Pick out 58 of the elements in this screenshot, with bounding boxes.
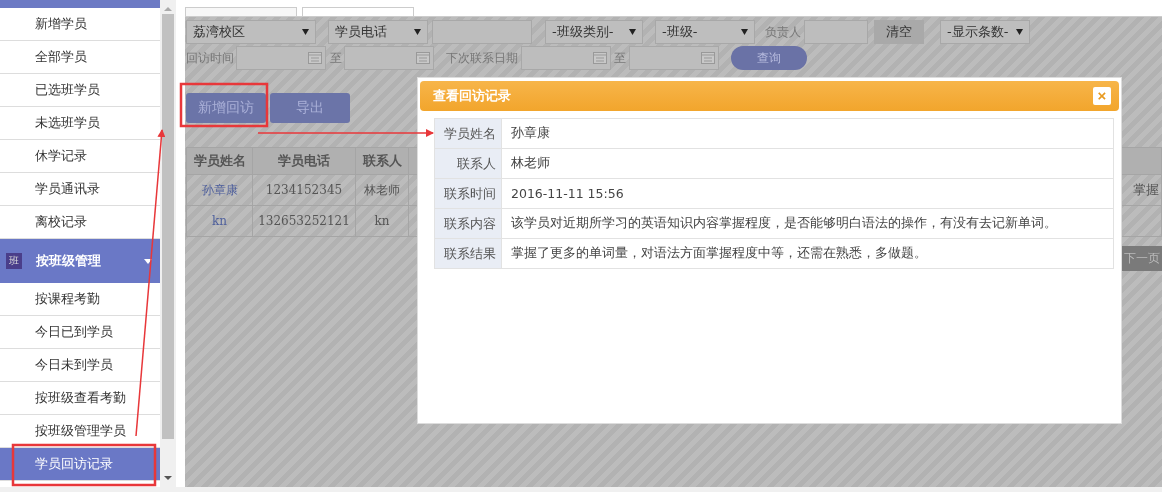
field-label: 学员姓名 bbox=[434, 118, 502, 149]
dialog-title: 查看回访记录 bbox=[433, 87, 511, 105]
field-label: 联系时间 bbox=[434, 178, 502, 209]
dropdown[interactable]: -班级类别- bbox=[545, 20, 643, 44]
field-label: 联系内容 bbox=[434, 208, 502, 239]
filter-label: 至 bbox=[330, 49, 342, 67]
scroll-up-icon[interactable] bbox=[164, 6, 172, 12]
date-input[interactable] bbox=[344, 46, 434, 70]
field-value: 林老师 bbox=[501, 148, 1114, 179]
sidebar-section[interactable]: 班 按班级管理 bbox=[0, 239, 160, 283]
sidebar-item[interactable]: 学员回访记录 bbox=[0, 448, 160, 481]
date-input[interactable] bbox=[236, 46, 326, 70]
field-value: 掌握了更多的单词量，对语法方面掌握程度中等，还需在熟悉，多做题。 bbox=[501, 238, 1114, 269]
table-cell: 林老师 bbox=[355, 174, 409, 206]
table-cell: kn bbox=[355, 205, 409, 237]
column-header: 学员姓名 bbox=[186, 147, 253, 175]
dropdown-caret-icon bbox=[741, 29, 748, 35]
tab[interactable] bbox=[185, 7, 297, 16]
field-label: 联系结果 bbox=[434, 238, 502, 269]
filter-label: 下次联系日期 bbox=[446, 49, 518, 67]
dropdown-caret-icon bbox=[629, 29, 636, 35]
filter-label: 回访时间 bbox=[186, 49, 234, 67]
caret-icon bbox=[144, 258, 152, 264]
scroll-down-icon[interactable] bbox=[164, 475, 172, 481]
dropdown[interactable]: 荔湾校区 bbox=[186, 20, 316, 44]
calendar-icon bbox=[593, 52, 607, 64]
dropdown[interactable]: -班级- bbox=[655, 20, 755, 44]
date-input[interactable] bbox=[521, 46, 611, 70]
tab[interactable] bbox=[302, 7, 414, 16]
dropdown-value: -班级类别- bbox=[552, 23, 614, 41]
section-label: 按班级管理 bbox=[36, 252, 102, 270]
dropdown[interactable]: 学员电话 bbox=[328, 20, 428, 44]
clear-button[interactable]: 清空 bbox=[874, 20, 924, 44]
dropdown[interactable]: -显示条数- bbox=[940, 20, 1030, 44]
scrollbar[interactable] bbox=[160, 0, 176, 487]
dropdown-value: 荔湾校区 bbox=[193, 23, 245, 41]
column-header: 联系人 bbox=[355, 147, 409, 175]
dropdown-caret-icon bbox=[1016, 29, 1023, 35]
calendar-icon bbox=[701, 52, 715, 64]
filter-label: 至 bbox=[614, 49, 626, 67]
dropdown-value: 学员电话 bbox=[335, 23, 387, 41]
section-icon: 班 bbox=[6, 253, 22, 269]
date-input[interactable] bbox=[629, 46, 719, 70]
dropdown-value: -显示条数- bbox=[947, 23, 1009, 41]
filter-label: 负责人 bbox=[765, 23, 801, 41]
dropdown-value: -班级- bbox=[662, 23, 698, 41]
field-label: 联系人 bbox=[434, 148, 502, 179]
dropdown-caret-icon bbox=[414, 29, 421, 35]
table-cell: 132653252121 bbox=[252, 205, 356, 237]
calendar-icon bbox=[416, 52, 430, 64]
field-value: 孙章康 bbox=[501, 118, 1114, 149]
dropdown-caret-icon bbox=[302, 29, 309, 35]
field-value: 该学员对近期所学习的英语知识内容掌握程度，是否能够明白语法的操作，有没有去记新单词。 bbox=[501, 208, 1114, 239]
table-cell: 1234152345 bbox=[252, 174, 356, 206]
column-header: 学员电话 bbox=[252, 147, 356, 175]
field-value: 2016-11-11 15:56 bbox=[501, 178, 1114, 209]
scroll-thumb[interactable] bbox=[162, 14, 174, 439]
calendar-icon bbox=[308, 52, 322, 64]
